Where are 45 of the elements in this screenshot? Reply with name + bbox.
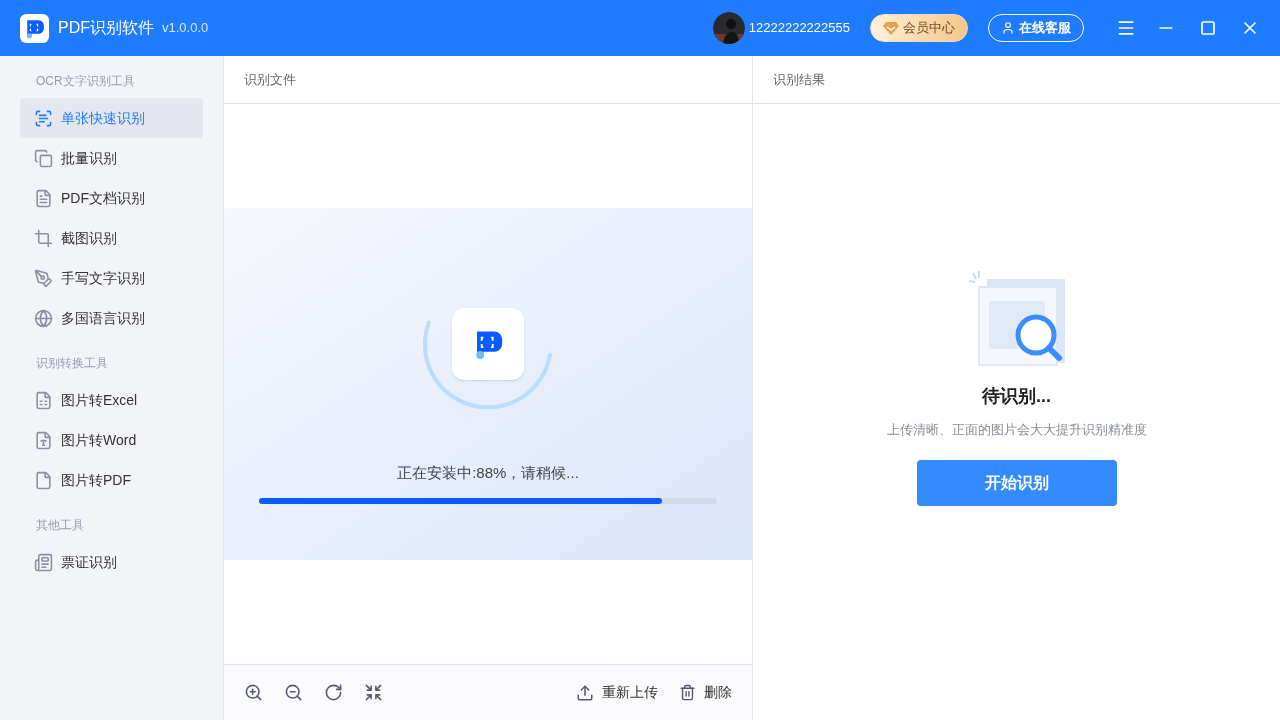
section-title: OCR文字识别工具 xyxy=(35,73,136,90)
diamond-icon xyxy=(883,21,899,35)
panel-title: 识别文件 xyxy=(244,70,296,89)
newspaper-icon xyxy=(34,552,53,572)
delete-button[interactable]: 删除 xyxy=(679,682,732,703)
copy-icon xyxy=(34,148,53,168)
sidebar-item[interactable]: 批量识别 xyxy=(20,138,203,178)
person-icon xyxy=(1001,21,1015,35)
section-title: 其他工具 xyxy=(35,517,85,534)
user-id: 12222222222555 xyxy=(748,19,850,38)
scan-icon xyxy=(34,108,53,128)
install-message: 正在安装中:88%，请稍候... xyxy=(397,463,579,483)
app-logo xyxy=(20,13,49,43)
trash-icon xyxy=(679,684,696,701)
menu-icon[interactable] xyxy=(1116,18,1136,38)
zoom-in-icon[interactable] xyxy=(244,683,263,702)
rotate-icon[interactable] xyxy=(324,683,343,702)
sidebar-item[interactable]: 图片转PDF xyxy=(20,460,203,500)
upload-icon xyxy=(576,683,594,702)
section-title: 识别转换工具 xyxy=(35,355,109,372)
spreadsheet-icon xyxy=(34,390,53,410)
maximize-icon[interactable] xyxy=(1200,20,1216,36)
sidebar-item[interactable]: 票证识别 xyxy=(20,542,203,582)
zoom-out-icon[interactable] xyxy=(284,683,303,702)
sidebar-item[interactable]: 手写文字识别 xyxy=(20,258,203,298)
shrink-icon[interactable] xyxy=(364,683,383,702)
pen-icon xyxy=(34,268,53,288)
globe-icon xyxy=(34,308,53,328)
document-icon xyxy=(34,470,53,490)
panel-title: 识别结果 xyxy=(773,70,825,89)
avatar[interactable] xyxy=(712,12,745,44)
vip-center-button[interactable]: 会员中心 xyxy=(870,14,968,42)
sidebar-item[interactable]: 图片转Word xyxy=(20,420,203,460)
sidebar-item[interactable]: 截图识别 xyxy=(20,218,203,258)
document-icon xyxy=(34,188,53,208)
sidebar-item[interactable]: PDF文档识别 xyxy=(20,178,203,218)
app-name: PDF识别软件 xyxy=(58,18,154,38)
hint-text: 上传清晰、正面的图片会大大提升识别精准度 xyxy=(886,421,1147,439)
document-icon xyxy=(34,430,53,450)
reupload-button[interactable]: 重新上传 xyxy=(576,682,658,703)
sidebar-item[interactable]: 图片转Excel xyxy=(20,380,203,420)
sidebar-item[interactable]: 多国语言识别 xyxy=(20,298,203,338)
crop-icon xyxy=(34,228,53,248)
version-label: v1.0.0.0 xyxy=(162,19,209,38)
status-heading: 待识别... xyxy=(982,385,1051,408)
